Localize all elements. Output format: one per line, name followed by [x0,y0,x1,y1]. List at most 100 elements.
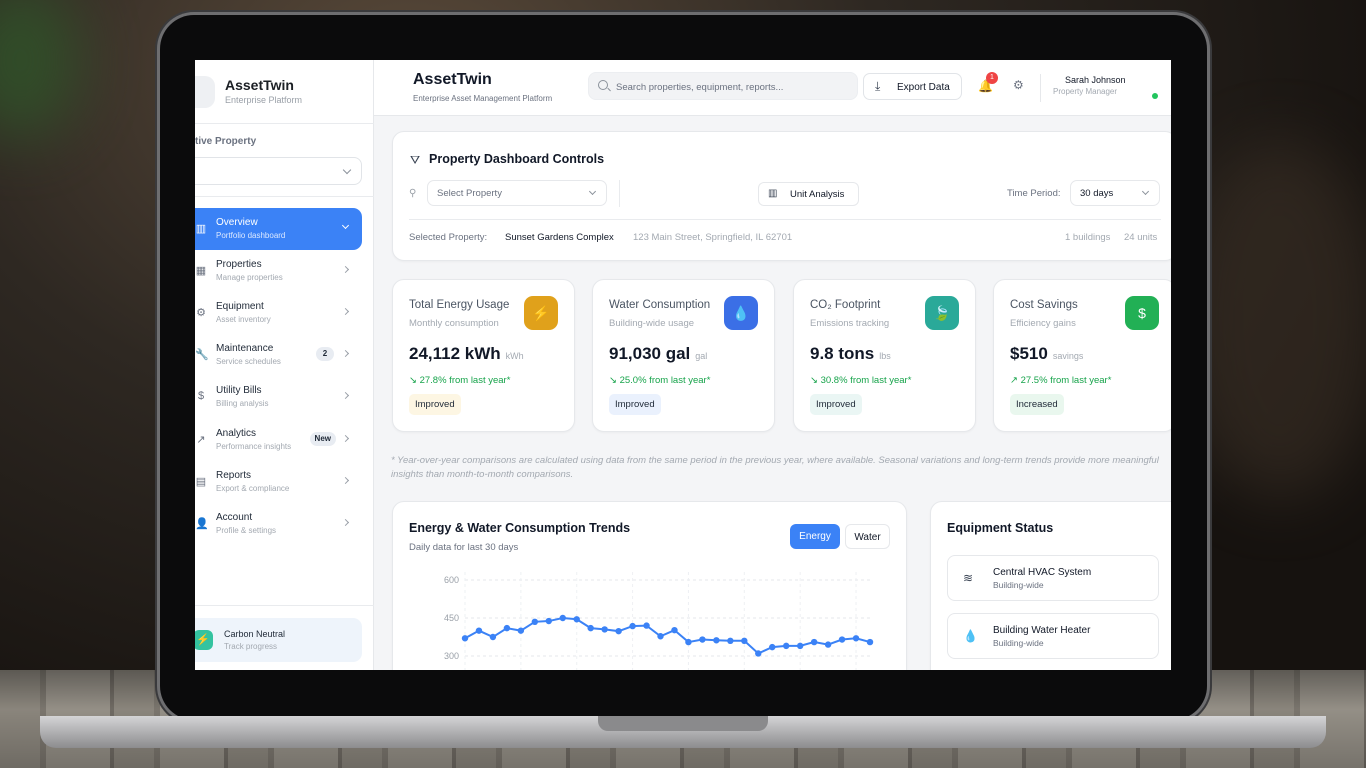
active-property-select[interactable] [195,157,362,185]
sidebar-item-maintenance[interactable]: 🔧 Maintenance Service schedules 2 [195,334,362,376]
carbon-sub: Track progress [224,642,278,651]
chevron-right-icon [341,349,350,358]
nav-sub: Performance insights [216,442,292,451]
sidebar-item-equipment[interactable]: ⚙ Equipment Asset inventory [195,292,362,334]
lightning-icon: ⚡ [524,296,558,330]
select-property-dropdown[interactable]: Select Property [427,180,607,206]
lightning-icon: ⚡ [195,630,213,650]
energy-data-point [713,637,720,644]
carbon-title: Carbon Neutral [224,629,286,639]
sidebar-item-overview[interactable]: ▥ Overview Portfolio dashboard [195,208,362,250]
nav-title: Properties [216,259,262,270]
time-period-label: Time Period: [1007,188,1061,199]
sidebar-item-utility-bills[interactable]: $ Utility Bills Billing analysis [195,376,362,418]
bar-chart-icon: ▥ [195,223,207,235]
equipment-title: Equipment Status [947,521,1054,535]
energy-data-point [685,638,692,646]
chart-subtitle: Daily data for last 30 days [409,542,519,553]
wind-icon: ≋ [963,571,974,585]
nav-title: Utility Bills [216,385,262,396]
metric-title: Total Energy Usage [409,299,510,311]
logo-icon [195,76,215,108]
divider [195,123,374,124]
app-screen: AssetTwin Enterprise Platform tive Prope… [195,60,1171,670]
chevron-down-icon [342,165,352,175]
chevron-right-icon [341,434,350,443]
energy-data-point [545,617,552,625]
search-input[interactable] [616,79,851,95]
document-icon: ▤ [195,476,207,488]
y-tick-label: 300 [444,651,459,661]
user-icon: 👤 [195,518,209,530]
chevron-down-icon [588,187,597,196]
droplet-icon: 💧 [724,296,758,330]
equipment-location: Building-wide [993,638,1044,648]
maintenance-badge: 2 [316,347,334,361]
dollar-icon: $ [1125,296,1159,330]
wrench-icon: 🔧 [195,349,209,361]
dollar-icon: $ [197,390,205,402]
divider [1040,74,1041,102]
metric-title: CO₂ Footprint [810,299,881,311]
gear-icon: ⚙ [196,307,206,319]
nav-title: Analytics [216,428,257,439]
page-subtitle: Enterprise Asset Management Platform [413,94,553,103]
divider [619,180,620,207]
user-name[interactable]: Sarah Johnson [1065,75,1126,85]
unit-analysis-button[interactable]: ▥ Unit Analysis [758,182,859,206]
nav-title: Overview [216,217,258,228]
units-count: 24 units [1124,232,1158,243]
settings-gear-icon[interactable]: ⚙ [1013,78,1024,92]
sidebar-item-reports[interactable]: ▤ Reports Export & compliance [195,461,362,503]
export-data-button[interactable]: ⤓ Export Data [863,73,962,100]
metric-value: $510 savings [1010,344,1083,364]
notification-badge: 1 [986,72,998,84]
energy-data-point [489,633,497,641]
energy-series-line [464,616,871,655]
energy-data-point [671,626,678,634]
equipment-status-card: Equipment Status ≋ Central HVAC System B… [930,501,1171,670]
energy-data-point [741,637,748,644]
metric-card-water: Water Consumption Building-wide usage 💧 … [592,279,775,432]
y-tick-label: 450 [444,613,459,623]
nav-title: Maintenance [216,343,274,354]
chevron-right-icon [341,307,350,316]
export-label: Export Data [897,82,950,93]
metric-value-text: 9.8 tons [810,344,875,363]
energy-data-point [615,627,622,635]
chevron-right-icon [341,391,350,400]
carbon-neutral-card[interactable]: ⚡ Carbon Neutral Track progress [195,618,362,662]
nav-sub: Service schedules [216,357,281,366]
energy-data-point [629,622,636,630]
droplet-icon: 💧 [963,629,978,643]
equipment-item-hvac[interactable]: ≋ Central HVAC System Building-wide [947,555,1159,601]
nav-title: Equipment [216,301,264,312]
metric-trend: ↘ 27.8% from last year* [409,375,511,386]
nav-sub: Manage properties [216,273,283,282]
sidebar-item-account[interactable]: 👤 Account Profile & settings [195,503,362,545]
user-role: Property Manager [1053,87,1118,96]
tab-water[interactable]: Water [845,524,890,549]
download-icon: ⤓ [875,79,881,93]
metric-value: 9.8 tons lbs [810,344,891,364]
metric-value-text: $510 [1010,344,1048,363]
nav-sub: Asset inventory [216,315,271,324]
time-period-select[interactable]: 30 days [1070,180,1160,206]
chevron-right-icon [341,518,350,527]
metric-title: Cost Savings [1010,299,1078,311]
sidebar-item-properties[interactable]: ▦ Properties Manage properties [195,250,362,292]
sidebar-item-analytics[interactable]: ↗ Analytics Performance insights New [195,419,362,461]
building-icon: ▥ [768,188,778,199]
equipment-item-water-heater[interactable]: 💧 Building Water Heater Building-wide [947,613,1159,659]
buildings-count: 1 buildings [1065,232,1111,243]
page-title: AssetTwin [413,71,492,88]
chart-title: Energy & Water Consumption Trends [409,521,631,535]
analytics-new-badge: New [309,432,336,446]
active-property-label: tive Property [195,136,257,147]
metric-sub: Efficiency gains [1010,318,1076,329]
filter-icon: ⛛ [410,153,421,167]
sidebar-brand-sub: Enterprise Platform [225,95,303,105]
sidebar-brand: AssetTwin [225,77,294,93]
divider [409,219,1161,220]
tab-energy[interactable]: Energy [790,524,840,549]
